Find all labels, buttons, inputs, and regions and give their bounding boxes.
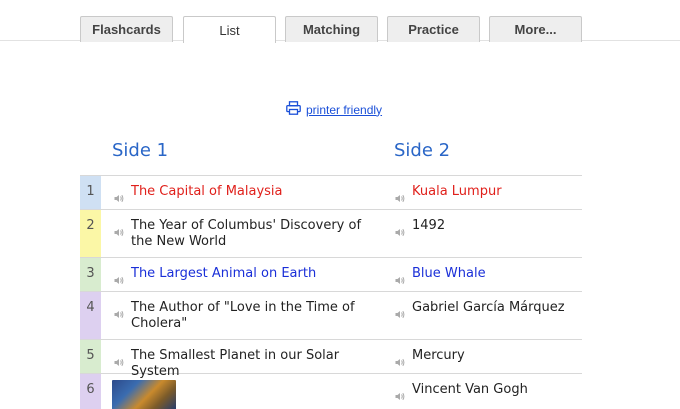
painting-thumbnail[interactable] <box>112 380 176 409</box>
side2-text: Blue Whale <box>412 266 486 281</box>
side1-text: The Year of Columbus' Discovery of the N… <box>131 218 362 249</box>
table-row: 3 The Largest Animal on Earth Blue Whale <box>80 258 582 292</box>
side1-text: The Capital of Malaysia <box>131 184 283 199</box>
speaker-icon[interactable] <box>114 188 124 207</box>
side2-header: Side 2 <box>394 140 451 161</box>
term-list: 1 The Capital of Malaysia Kuala Lumpur 2… <box>80 175 582 409</box>
side1-text: The Largest Animal on Earth <box>131 266 317 281</box>
speaker-icon[interactable] <box>395 304 405 323</box>
tab-practice[interactable]: Practice <box>387 16 480 42</box>
tab-bar: Flashcards List Matching Practice More..… <box>0 0 680 43</box>
table-row: 5 The Smallest Planet in our Solar Syste… <box>80 340 582 379</box>
tab-matching[interactable]: Matching <box>285 16 378 42</box>
speaker-icon[interactable] <box>114 352 124 371</box>
side2-text: Gabriel García Márquez <box>412 300 565 315</box>
side2-text: Vincent Van Gogh <box>412 382 528 397</box>
side1-text: The Author of "Love in the Time of Chole… <box>131 300 355 331</box>
tab-more[interactable]: More... <box>489 16 582 42</box>
speaker-icon[interactable] <box>395 386 405 405</box>
side2-text: Mercury <box>412 348 465 363</box>
row-number: 2 <box>80 210 101 257</box>
side1-header: Side 1 <box>112 140 169 161</box>
speaker-icon[interactable] <box>114 270 124 289</box>
speaker-icon[interactable] <box>395 188 405 207</box>
row-number: 3 <box>80 258 101 291</box>
printer-icon <box>286 100 301 119</box>
tab-flashcards[interactable]: Flashcards <box>80 16 173 42</box>
side2-text: 1492 <box>412 218 446 233</box>
table-row: 1 The Capital of Malaysia Kuala Lumpur <box>80 176 582 210</box>
printer-friendly-link[interactable]: printer friendly <box>286 100 382 119</box>
speaker-icon[interactable] <box>395 352 405 371</box>
row-number: 1 <box>80 176 101 209</box>
table-row: 6 Vincent Van Gogh <box>80 374 582 409</box>
row-number: 6 <box>80 374 101 409</box>
table-row: 2 The Year of Columbus' Discovery of the… <box>80 210 582 258</box>
printer-friendly-label[interactable]: printer friendly <box>306 103 382 117</box>
side2-text: Kuala Lumpur <box>412 184 502 199</box>
speaker-icon[interactable] <box>114 222 124 241</box>
table-row: 4 The Author of "Love in the Time of Cho… <box>80 292 582 340</box>
tab-list[interactable]: List <box>183 16 276 43</box>
speaker-icon[interactable] <box>114 304 124 323</box>
speaker-icon[interactable] <box>395 222 405 241</box>
row-number: 5 <box>80 340 101 373</box>
speaker-icon[interactable] <box>395 270 405 289</box>
row-number: 4 <box>80 292 101 339</box>
